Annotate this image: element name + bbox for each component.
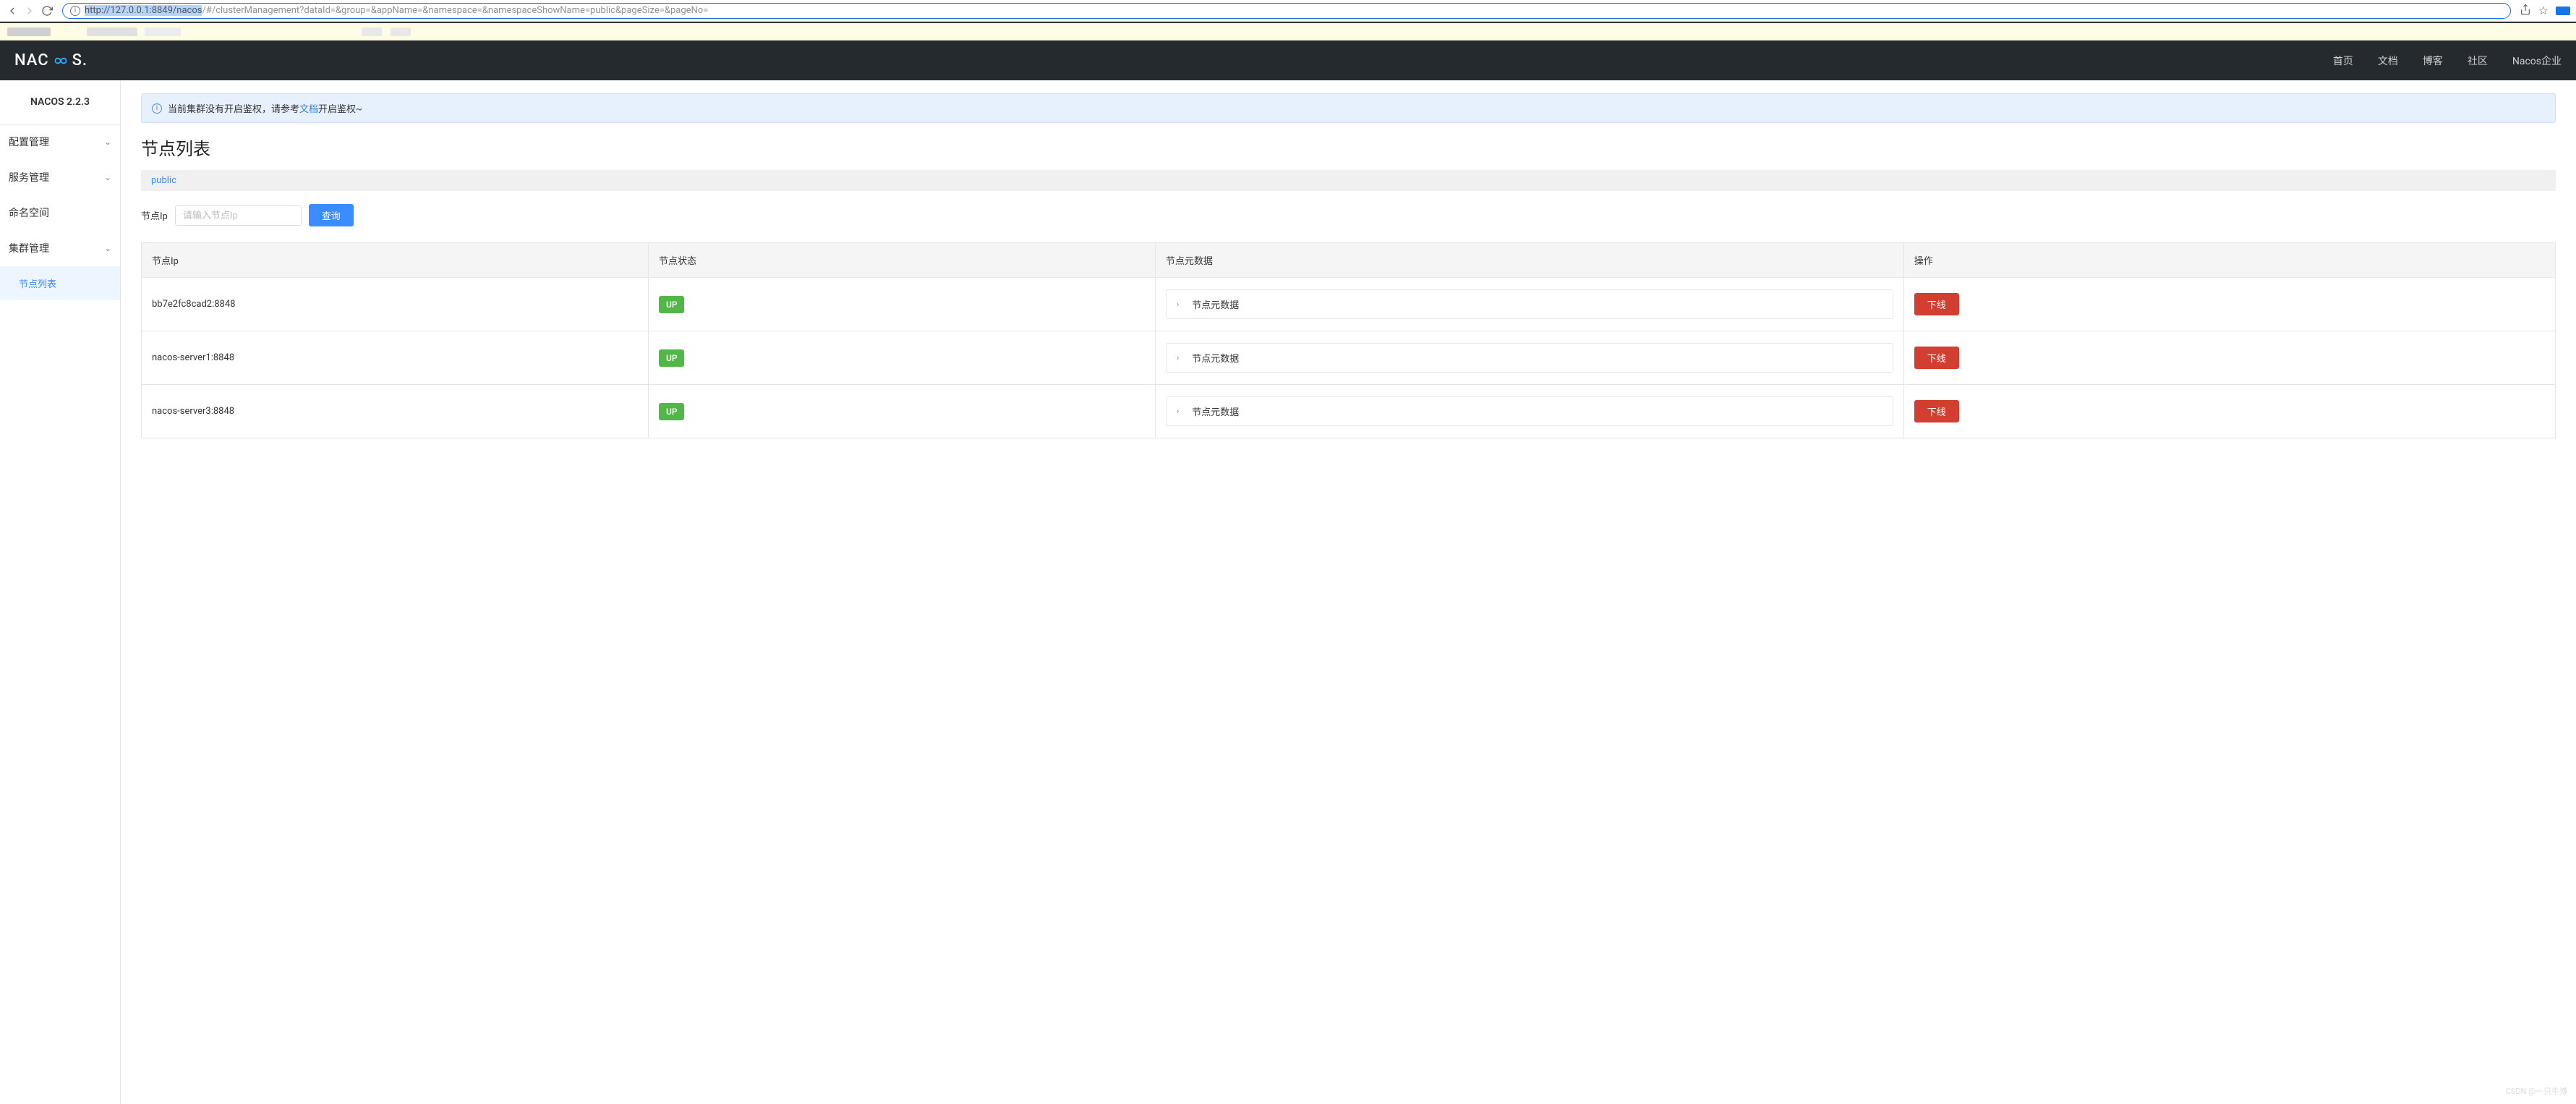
th-ip: 节点Ip [142,243,649,278]
cell-ip: bb7e2fc8cad2:8848 [142,278,649,331]
search-input[interactable] [175,205,302,226]
logo-text-left: NAC [14,51,49,69]
sidebar-item-label: 服务管理 [9,170,49,184]
url-bar[interactable]: i http://127.0.0.1:8849/nacos/#/clusterM… [62,3,2511,19]
notice-link[interactable]: 文档 [299,101,318,115]
chevron-down-icon: ⌄ [104,137,111,147]
meta-expand[interactable]: › 节点元数据 [1166,343,1893,373]
nav-community[interactable]: 社区 [2468,54,2488,68]
meta-label: 节点元数据 [1192,297,1239,311]
offline-button[interactable]: 下线 [1914,293,1959,315]
th-meta: 节点元数据 [1155,243,1903,278]
reload-icon[interactable] [40,4,54,17]
cell-action: 下线 [1903,331,2555,385]
star-icon[interactable]: ☆ [2538,4,2549,17]
cell-status: UP [648,385,1155,438]
meta-label: 节点元数据 [1192,351,1239,365]
offline-button[interactable]: 下线 [1914,347,1959,369]
notice-bar: i 当前集群没有开启鉴权，请参考 文档 开启鉴权~ [141,93,2556,123]
notice-text-suffix: 开启鉴权~ [318,101,362,115]
meta-label: 节点元数据 [1192,404,1239,418]
nav-home[interactable]: 首页 [2333,54,2353,68]
main-container: NACOS 2.2.3 配置管理 ⌄ 服务管理 ⌄ 命名空间 集群管理 ⌄ 节点… [0,80,2576,1104]
info-icon: i [70,6,80,16]
search-label: 节点Ip [141,208,168,222]
bookmarks-bar [0,22,2576,41]
cell-status: UP [648,278,1155,331]
url-rest: /#/clusterManagement?dataId=&group=&appN… [202,5,708,16]
nacos-logo[interactable]: NAC S. [14,51,88,69]
info-icon: i [152,103,162,114]
bookmark-item [145,27,181,36]
logo-text-right: S. [72,51,88,69]
sidebar-subitem-nodelist[interactable]: 节点列表 [0,266,120,300]
chevron-right-icon: › [1177,407,1179,416]
cell-meta: › 节点元数据 [1155,278,1903,331]
sidebar-item-label: 集群管理 [9,241,49,255]
th-status: 节点状态 [648,243,1155,278]
back-icon[interactable] [6,4,19,17]
bookmark-item [362,27,382,36]
th-action: 操作 [1903,243,2555,278]
chevron-right-icon: › [1177,353,1179,362]
bookmark-item [7,27,51,36]
search-row: 节点Ip 查询 [141,204,2556,226]
chevron-right-icon: › [1177,300,1179,309]
sidebar-item-service[interactable]: 服务管理 ⌄ [0,160,120,195]
sidebar-item-label: 配置管理 [9,135,49,149]
namespace-bar: public [141,170,2556,191]
cell-ip: nacos-server1:8848 [142,331,649,385]
nav-docs[interactable]: 文档 [2378,54,2398,68]
browser-actions: ☆ [2520,4,2570,18]
meta-expand[interactable]: › 节点元数据 [1166,289,1893,319]
cell-meta: › 节点元数据 [1155,331,1903,385]
table-row: nacos-server1:8848 UP › 节点元数据 下线 [142,331,2556,385]
status-badge: UP [659,349,685,367]
sidebar-item-label: 命名空间 [9,205,49,220]
status-badge: UP [659,403,685,420]
cell-status: UP [648,331,1155,385]
logo-infinity-icon [50,54,72,68]
browser-chrome: i http://127.0.0.1:8849/nacos/#/clusterM… [0,0,2576,22]
sidebar-item-cluster[interactable]: 集群管理 ⌄ [0,231,120,266]
sidebar-item-config[interactable]: 配置管理 ⌄ [0,124,120,160]
page-title: 节点列表 [141,135,2556,160]
watermark: CSDN @一只牛博 [2506,1085,2567,1097]
chevron-down-icon: ⌄ [104,243,111,253]
sidebar-menu: 配置管理 ⌄ 服务管理 ⌄ 命名空间 集群管理 ⌄ 节点列表 [0,124,120,300]
content-area: i 当前集群没有开启鉴权，请参考 文档 开启鉴权~ 节点列表 public 节点… [121,80,2576,1104]
node-table: 节点Ip 节点状态 节点元数据 操作 bb7e2fc8cad2:8848 UP … [141,242,2556,438]
bookmark-item [391,27,411,36]
cell-ip: nacos-server3:8848 [142,385,649,438]
chevron-down-icon: ⌄ [104,172,111,182]
search-button[interactable]: 查询 [309,204,354,226]
table-header-row: 节点Ip 节点状态 节点元数据 操作 [142,243,2556,278]
namespace-link[interactable]: public [151,175,176,186]
device-icon[interactable] [2556,7,2570,15]
top-nav: 首页 文档 博客 社区 Nacos企业 [2333,54,2562,68]
meta-expand[interactable]: › 节点元数据 [1166,396,1893,426]
sidebar-item-namespace[interactable]: 命名空间 [0,195,120,231]
cell-action: 下线 [1903,385,2555,438]
table-row: bb7e2fc8cad2:8848 UP › 节点元数据 下线 [142,278,2556,331]
status-badge: UP [659,296,685,313]
sidebar: NACOS 2.2.3 配置管理 ⌄ 服务管理 ⌄ 命名空间 集群管理 ⌄ 节点… [0,80,121,1104]
offline-button[interactable]: 下线 [1914,400,1959,423]
app-header: NAC S. 首页 文档 博客 社区 Nacos企业 [0,41,2576,80]
cell-action: 下线 [1903,278,2555,331]
nav-blog[interactable]: 博客 [2423,54,2443,68]
share-icon[interactable] [2520,4,2531,18]
sidebar-title: NACOS 2.2.3 [0,80,120,124]
notice-text-prefix: 当前集群没有开启鉴权，请参考 [168,101,299,115]
forward-icon[interactable] [23,4,36,17]
nav-enterprise[interactable]: Nacos企业 [2512,54,2562,68]
cell-meta: › 节点元数据 [1155,385,1903,438]
sidebar-subitem-label: 节点列表 [19,276,56,290]
bookmark-item [87,27,137,36]
table-row: nacos-server3:8848 UP › 节点元数据 下线 [142,385,2556,438]
url-highlighted: http://127.0.0.1:8849/nacos [85,5,202,16]
